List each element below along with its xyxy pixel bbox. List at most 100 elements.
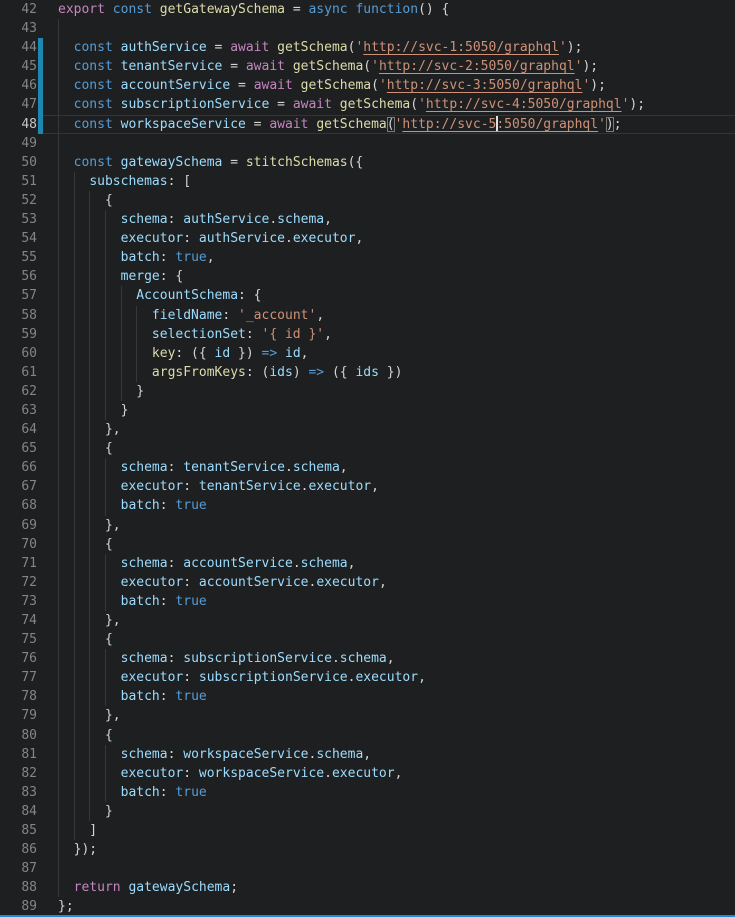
- git-modified-indicator[interactable]: [38, 95, 43, 114]
- line-number[interactable]: 58: [0, 306, 37, 325]
- line-number[interactable]: 74: [0, 611, 37, 630]
- code-line[interactable]: 69 },: [0, 516, 735, 535]
- line-number[interactable]: 52: [0, 191, 37, 210]
- git-modified-indicator[interactable]: [38, 57, 43, 76]
- code-line[interactable]: 59 selectionSet: '{ id }',: [0, 325, 735, 344]
- code-line[interactable]: 45 const tenantService = await getSchema…: [0, 57, 735, 76]
- line-number[interactable]: 66: [0, 458, 37, 477]
- line-number[interactable]: 56: [0, 267, 37, 286]
- code-line[interactable]: 57 AccountSchema: {: [0, 286, 735, 305]
- url-link[interactable]: http://svc-1:5050/graphql: [363, 40, 559, 55]
- code-line[interactable]: 84 }: [0, 802, 735, 821]
- url-link[interactable]: http://svc-4:5050/graphql: [426, 97, 622, 112]
- line-number[interactable]: 68: [0, 496, 37, 515]
- line-number[interactable]: 70: [0, 535, 37, 554]
- code-line[interactable]: 52 {: [0, 191, 735, 210]
- code-line[interactable]: 66 schema: tenantService.schema,: [0, 458, 735, 477]
- line-number[interactable]: 49: [0, 134, 37, 153]
- line-number[interactable]: 79: [0, 706, 37, 725]
- line-number[interactable]: 65: [0, 439, 37, 458]
- code-line[interactable]: 44 const authService = await getSchema('…: [0, 38, 735, 57]
- code-line[interactable]: 85 ]: [0, 821, 735, 840]
- line-number[interactable]: 88: [0, 878, 37, 897]
- line-number[interactable]: 75: [0, 630, 37, 649]
- code-line[interactable]: 64 },: [0, 420, 735, 439]
- code-line[interactable]: 86 });: [0, 840, 735, 859]
- url-link[interactable]: http://svc-3:5050/graphql: [387, 78, 583, 93]
- line-number[interactable]: 85: [0, 821, 37, 840]
- code-line[interactable]: 49: [0, 134, 735, 153]
- line-number[interactable]: 51: [0, 172, 37, 191]
- line-number[interactable]: 45: [0, 57, 37, 76]
- code-line[interactable]: 74 },: [0, 611, 735, 630]
- code-line[interactable]: 71 schema: accountService.schema,: [0, 554, 735, 573]
- code-line[interactable]: 53 schema: authService.schema,: [0, 210, 735, 229]
- line-number[interactable]: 44: [0, 38, 37, 57]
- code-line[interactable]: 70 {: [0, 535, 735, 554]
- git-modified-indicator[interactable]: [38, 115, 43, 134]
- line-number[interactable]: 77: [0, 668, 37, 687]
- code-line[interactable]: 68 batch: true: [0, 496, 735, 515]
- code-line[interactable]: 77 executor: subscriptionService.executo…: [0, 668, 735, 687]
- line-number[interactable]: 60: [0, 344, 37, 363]
- code-line[interactable]: 62 }: [0, 382, 735, 401]
- line-number[interactable]: 81: [0, 745, 37, 764]
- code-line[interactable]: 60 key: ({ id }) => id,: [0, 344, 735, 363]
- line-number[interactable]: 59: [0, 325, 37, 344]
- line-number[interactable]: 50: [0, 153, 37, 172]
- line-number[interactable]: 82: [0, 764, 37, 783]
- line-number[interactable]: 42: [0, 0, 37, 19]
- code-line[interactable]: 83 batch: true: [0, 783, 735, 802]
- code-line[interactable]: 87: [0, 859, 735, 878]
- code-line[interactable]: 43: [0, 19, 735, 38]
- line-number[interactable]: 46: [0, 76, 37, 95]
- line-number[interactable]: 54: [0, 229, 37, 248]
- line-number[interactable]: 87: [0, 859, 37, 878]
- code-line[interactable]: 48 const workspaceService = await getSch…: [0, 115, 735, 134]
- line-number[interactable]: 83: [0, 783, 37, 802]
- line-number[interactable]: 69: [0, 516, 37, 535]
- code-line[interactable]: 88 return gatewaySchema;: [0, 878, 735, 897]
- code-line[interactable]: 67 executor: tenantService.executor,: [0, 477, 735, 496]
- code-line[interactable]: 63 }: [0, 401, 735, 420]
- line-number[interactable]: 47: [0, 95, 37, 114]
- git-modified-indicator[interactable]: [38, 76, 43, 95]
- code-line[interactable]: 76 schema: subscriptionService.schema,: [0, 649, 735, 668]
- line-number[interactable]: 80: [0, 726, 37, 745]
- code-line[interactable]: 42export const getGatewaySchema = async …: [0, 0, 735, 19]
- code-line[interactable]: 73 batch: true: [0, 592, 735, 611]
- git-modified-indicator[interactable]: [38, 38, 43, 57]
- code-line[interactable]: 78 batch: true: [0, 687, 735, 706]
- code-line[interactable]: 79 },: [0, 706, 735, 725]
- code-line[interactable]: 51 subschemas: [: [0, 172, 735, 191]
- code-line[interactable]: 58 fieldName: '_account',: [0, 306, 735, 325]
- code-line[interactable]: 46 const accountService = await getSchem…: [0, 76, 735, 95]
- line-number[interactable]: 67: [0, 477, 37, 496]
- code-line[interactable]: 81 schema: workspaceService.schema,: [0, 745, 735, 764]
- line-number[interactable]: 63: [0, 401, 37, 420]
- line-number[interactable]: 55: [0, 248, 37, 267]
- line-number[interactable]: 71: [0, 554, 37, 573]
- code-line[interactable]: 61 argsFromKeys: (ids) => ({ ids }): [0, 363, 735, 382]
- line-number[interactable]: 64: [0, 420, 37, 439]
- line-number[interactable]: 62: [0, 382, 37, 401]
- code-line[interactable]: 65 {: [0, 439, 735, 458]
- line-number[interactable]: 57: [0, 286, 37, 305]
- code-line[interactable]: 72 executor: accountService.executor,: [0, 573, 735, 592]
- code-line[interactable]: 54 executor: authService.executor,: [0, 229, 735, 248]
- code-line[interactable]: 55 batch: true,: [0, 248, 735, 267]
- line-number[interactable]: 73: [0, 592, 37, 611]
- line-number[interactable]: 43: [0, 19, 37, 38]
- url-link[interactable]: http://svc-5: [402, 117, 496, 132]
- url-link[interactable]: :5050/graphql: [496, 117, 598, 132]
- code-line[interactable]: 47 const subscriptionService = await get…: [0, 95, 735, 114]
- line-number[interactable]: 76: [0, 649, 37, 668]
- line-number[interactable]: 78: [0, 687, 37, 706]
- code-line[interactable]: 75 {: [0, 630, 735, 649]
- line-number[interactable]: 84: [0, 802, 37, 821]
- line-number[interactable]: 61: [0, 363, 37, 382]
- url-link[interactable]: http://svc-2:5050/graphql: [379, 59, 575, 74]
- line-number[interactable]: 53: [0, 210, 37, 229]
- line-number[interactable]: 72: [0, 573, 37, 592]
- line-number[interactable]: 48: [0, 115, 37, 134]
